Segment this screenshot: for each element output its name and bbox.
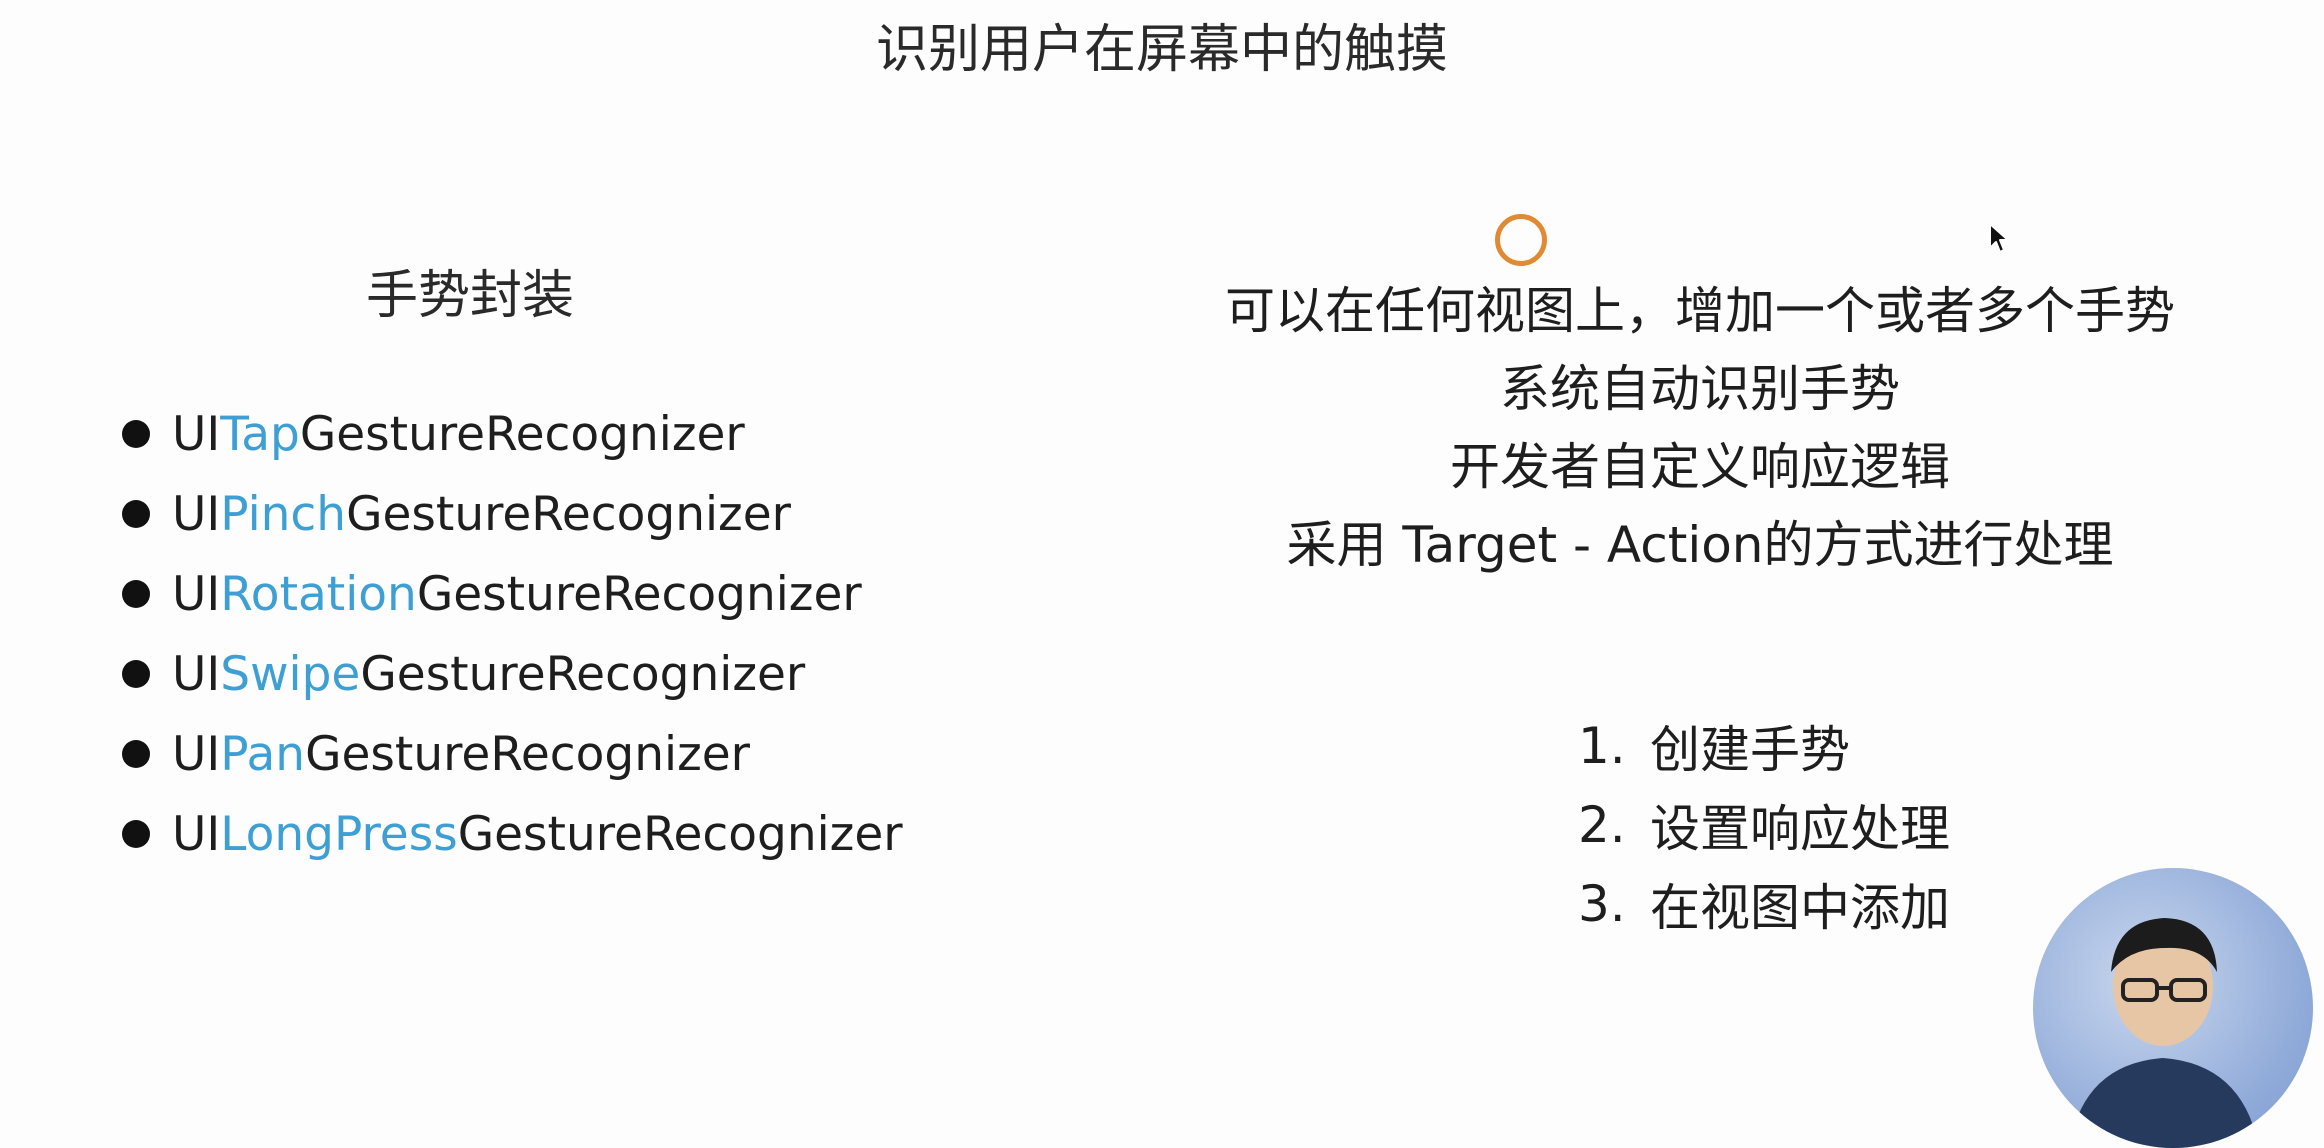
step-text: 在视图中添加	[1650, 878, 1950, 937]
list-item: UI Pan GestureRecognizer	[122, 714, 903, 794]
slide-title: 识别用户在屏幕中的触摸	[875, 20, 1448, 80]
recognizer-suffix: GestureRecognizer	[346, 486, 791, 542]
list-item: UI Tap GestureRecognizer	[122, 394, 903, 474]
gesture-recognizer-list: UI Tap GestureRecognizer UI Pinch GestureRec…	[122, 394, 903, 874]
recognizer-suffix: GestureRecognizer	[305, 726, 750, 782]
gesture-description: 可以在任何视图上，增加一个或者多个手势 系统自动识别手势 开发者自定义响应逻辑 …	[1140, 272, 2260, 584]
list-item: UI Pinch GestureRecognizer	[122, 474, 903, 554]
presenter-video-thumbnail	[2033, 868, 2313, 1148]
bullet-icon	[122, 420, 150, 448]
recognizer-accent: LongPress	[220, 806, 458, 862]
steps-list: 1. 创建手势 2. 设置响应处理 3. 在视图中添加	[1578, 706, 1950, 943]
recognizer-accent: Swipe	[220, 646, 361, 702]
recognizer-prefix: UI	[172, 406, 221, 462]
recognizer-accent: Pinch	[220, 486, 347, 542]
recognizer-suffix: GestureRecognizer	[360, 646, 806, 702]
description-line: 系统自动识别手势	[1500, 360, 1900, 418]
presentation-slide: 识别用户在屏幕中的触摸 手势封装 UI Tap GestureRecognizer …	[0, 0, 2324, 1148]
bullet-icon	[122, 820, 150, 848]
recognizer-suffix: GestureRecognizer	[299, 406, 745, 462]
gesture-encapsulation-heading: 手势封装	[365, 266, 574, 326]
step-number: 2.	[1578, 795, 1626, 854]
recognizer-prefix: UI	[172, 486, 221, 542]
description-line: 开发者自定义响应逻辑	[1450, 438, 1950, 496]
bullet-icon	[122, 660, 150, 688]
step-item: 2. 设置响应处理	[1578, 785, 1950, 864]
recognizer-prefix: UI	[172, 726, 221, 782]
bullet-icon	[122, 580, 150, 608]
bullet-icon	[122, 740, 150, 768]
list-item: UI Swipe GestureRecognizer	[122, 634, 903, 714]
recognizer-prefix: UI	[172, 806, 221, 862]
recognizer-prefix: UI	[172, 566, 221, 622]
list-item: UI Rotation GestureRecognizer	[122, 554, 903, 634]
recognizer-suffix: GestureRecognizer	[457, 806, 903, 862]
step-item: 3. 在视图中添加	[1578, 864, 1950, 943]
recognizer-accent: Rotation	[220, 566, 417, 622]
step-text: 创建手势	[1650, 720, 1850, 779]
step-number: 1.	[1578, 716, 1626, 775]
description-line: 可以在任何视图上，增加一个或者多个手势	[1225, 282, 2175, 340]
recognizer-suffix: GestureRecognizer	[416, 566, 862, 622]
recognizer-accent: Pan	[220, 726, 306, 782]
recognizer-prefix: UI	[172, 646, 221, 702]
step-text: 设置响应处理	[1650, 799, 1950, 858]
step-item: 1. 创建手势	[1578, 706, 1950, 785]
presenter-avatar	[2069, 918, 2259, 1148]
step-number: 3.	[1578, 874, 1626, 933]
recognizer-accent: Tap	[220, 406, 300, 462]
list-item: UI LongPress GestureRecognizer	[122, 794, 903, 874]
click-ring-icon	[1495, 214, 1547, 266]
bullet-icon	[122, 500, 150, 528]
description-line: 采用 Target - Action的方式进行处理	[1286, 516, 2114, 574]
arrow-pointer-icon	[1988, 222, 2010, 258]
